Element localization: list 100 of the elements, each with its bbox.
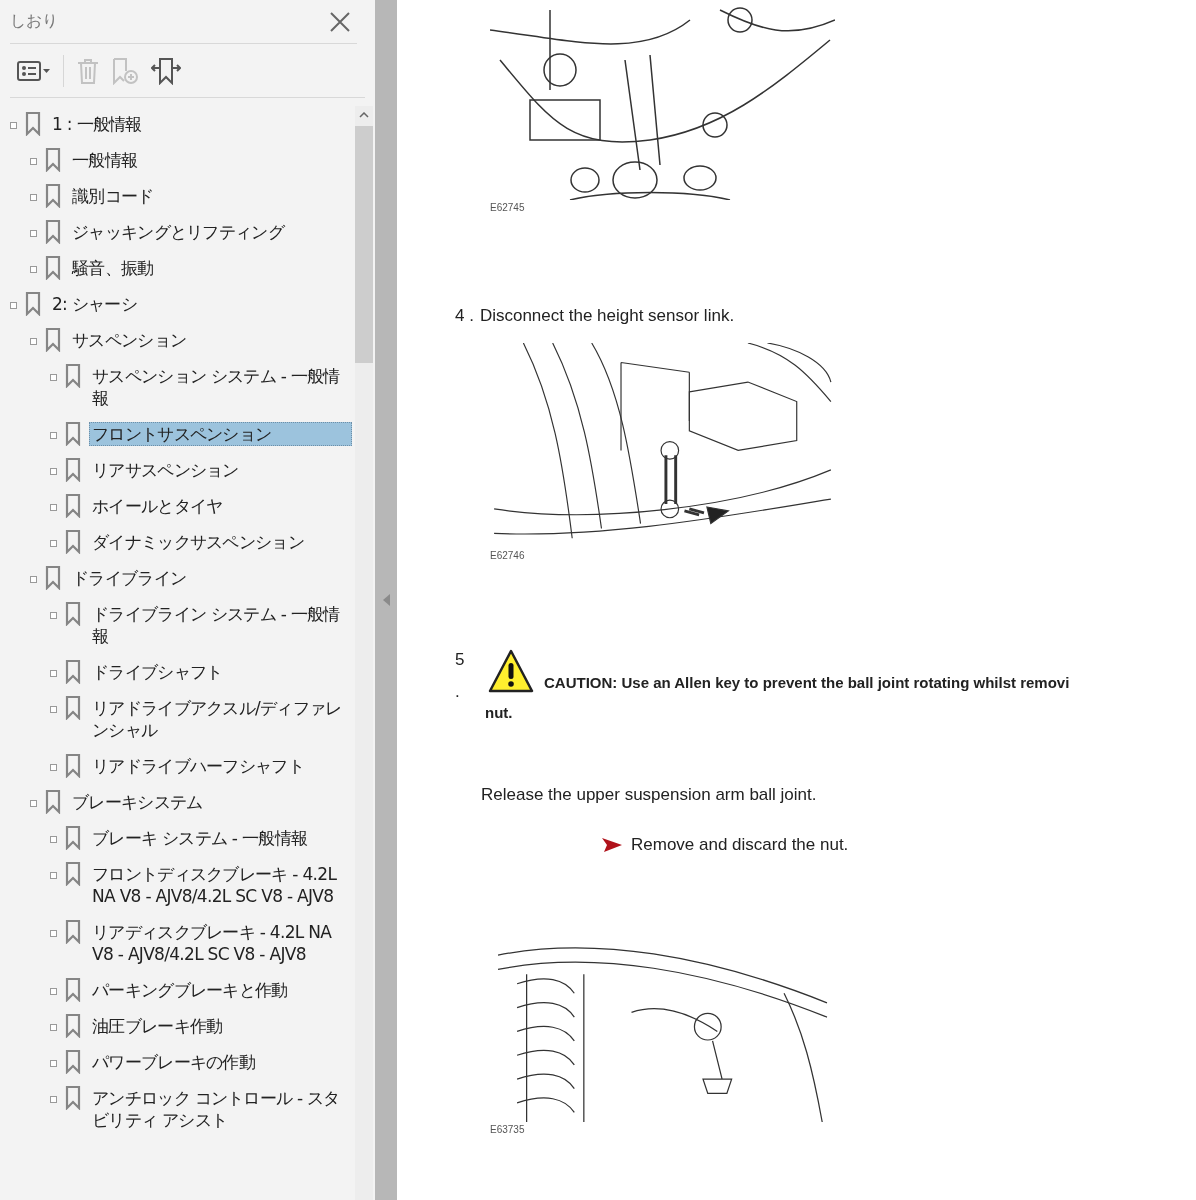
bookmark-item[interactable]: サスペンション システム - 一般情報 [89,364,352,410]
bookmark-icon [65,422,81,446]
bookmark-icon [65,602,81,626]
tree-node-icon[interactable] [50,432,57,439]
bookmark-icon [65,494,81,518]
tree-node-icon[interactable] [30,800,37,807]
bookmark-icon [65,1014,81,1038]
bookmark-item[interactable]: パワーブレーキの作動 [89,1050,352,1074]
bookmark-item[interactable]: パーキングブレーキと作動 [89,978,352,1002]
tree-node-icon[interactable] [10,122,17,129]
options-menu-button[interactable] [14,58,53,83]
instruction-text: Release the upper suspension arm ball joint. [481,785,818,805]
tree-node-icon[interactable] [50,374,57,381]
figure-code: E62745 [490,202,525,213]
bookmark-item[interactable]: フロントディスクブレーキ - 4.2L NA V8 - AJV8/4.2L SC V8 - AJV8 [89,862,352,908]
bookmark-item[interactable]: ドライブシャフト [89,660,352,684]
tree-node-icon[interactable] [30,266,37,273]
list-icon [17,60,41,81]
bookmark-icon [25,112,41,136]
caution-text: CAUTION: Use an Allen key to prevent the ball joint rotating whilst removi [544,673,1070,693]
bookmark-icon [65,530,81,554]
scroll-up-icon[interactable] [359,112,369,118]
tree-node-icon[interactable] [50,988,57,995]
figure-code: E63735 [490,1124,525,1135]
tree-node-icon[interactable] [50,540,57,547]
arrow-bullet-icon [601,837,623,853]
bookmark-item[interactable]: 識別コード [69,184,352,208]
bookmark-icon [65,826,81,850]
bookmark-icon [65,364,81,388]
bookmark-item[interactable]: ドライブライン [69,566,352,590]
tree-node-icon[interactable] [50,468,57,475]
close-icon[interactable] [329,10,351,33]
collapse-icon[interactable] [382,594,390,606]
bookmark-icon [65,696,81,720]
bookmark-item[interactable]: アンチロック コントロール - スタビリティ アシスト [89,1086,352,1132]
bookmark-icon [65,1050,81,1074]
add-bookmark-icon [111,56,139,85]
bookmark-icon [65,660,81,684]
bookmark-icon [65,862,81,886]
bookmark-item[interactable]: 2: シャーシ [49,292,352,316]
tree-node-icon[interactable] [50,612,57,619]
instruction-text: Remove and discard the nut. [631,835,849,855]
bookmark-item[interactable]: リアサスペンション [89,458,352,482]
step-text: Disconnect the height sensor link. [479,305,735,327]
caution-text: nut. [485,703,514,723]
bookmark-item[interactable]: ドライブライン システム - 一般情報 [89,602,352,648]
bookmark-item[interactable]: 一般情報 [69,148,352,172]
tree-node-icon[interactable] [50,1024,57,1031]
tree-node-icon[interactable] [10,302,17,309]
bookmark-icon [65,754,81,778]
bookmark-icon [45,256,61,280]
bookmark-icon [45,328,61,352]
trash-icon [77,57,99,84]
bookmark-item[interactable]: 騒音、振動 [69,256,352,280]
bookmark-icon [65,1086,81,1110]
panel-title: しおり [10,11,58,32]
bookmark-item[interactable]: 油圧ブレーキ作動 [89,1014,352,1038]
tree-node-icon[interactable] [50,930,57,937]
bookmark-item[interactable]: リアドライブハーフシャフト [89,754,352,778]
bookmark-item[interactable]: ブレーキシステム [69,790,352,814]
bookmark-item[interactable]: ジャッキングとリフティング [69,220,352,244]
tree-node-icon[interactable] [30,158,37,165]
warning-icon [488,649,534,693]
bookmark-icon [45,790,61,814]
bookmark-icon [65,458,81,482]
bookmark-item[interactable]: ダイナミックサスペンション [89,530,352,554]
bookmark-icon [45,220,61,244]
bookmark-item[interactable]: ブレーキ システム - 一般情報 [89,826,352,850]
step-number: 4 . [455,305,474,327]
tree-node-icon[interactable] [30,338,37,345]
bookmark-item[interactable]: 1 : 一般情報 [49,112,352,136]
tree-node-icon[interactable] [50,504,57,511]
bookmark-item[interactable]: リアディスクブレーキ - 4.2L NA V8 - AJV8/4.2L SC V8 - AJV8 [89,920,352,966]
caret-icon [43,68,50,73]
bookmark-icon [45,148,61,172]
tree-node-icon[interactable] [50,706,57,713]
bookmark-item[interactable]: サスペンション [69,328,352,352]
bookmark-icon [45,566,61,590]
step-dot: . [455,681,461,703]
tree-node-icon[interactable] [30,576,37,583]
figure-code: E62746 [490,550,525,561]
bookmark-item[interactable]: ホイールとタイヤ [89,494,352,518]
tree-node-icon[interactable] [50,1060,57,1067]
tree-node-icon[interactable] [50,1096,57,1103]
bookmark-icon [25,292,41,316]
bookmark-icon [65,920,81,944]
bookmark-icon [65,978,81,1002]
tree-node-icon[interactable] [30,230,37,237]
tree-node-icon[interactable] [50,670,57,677]
step-number: 5 [455,649,466,671]
move-bookmark-icon [151,56,181,85]
scrollbar[interactable] [355,106,373,1200]
scrollbar-thumb[interactable] [355,126,373,363]
tree-node-icon[interactable] [50,836,57,843]
tree-node-icon[interactable] [30,194,37,201]
tree-node-icon[interactable] [50,872,57,879]
bookmark-item[interactable]: フロントサスペンション [89,422,352,446]
bookmark-icon [45,184,61,208]
bookmark-item[interactable]: リアドライブアクスル/ディファレンシャル [89,696,352,742]
tree-node-icon[interactable] [50,764,57,771]
